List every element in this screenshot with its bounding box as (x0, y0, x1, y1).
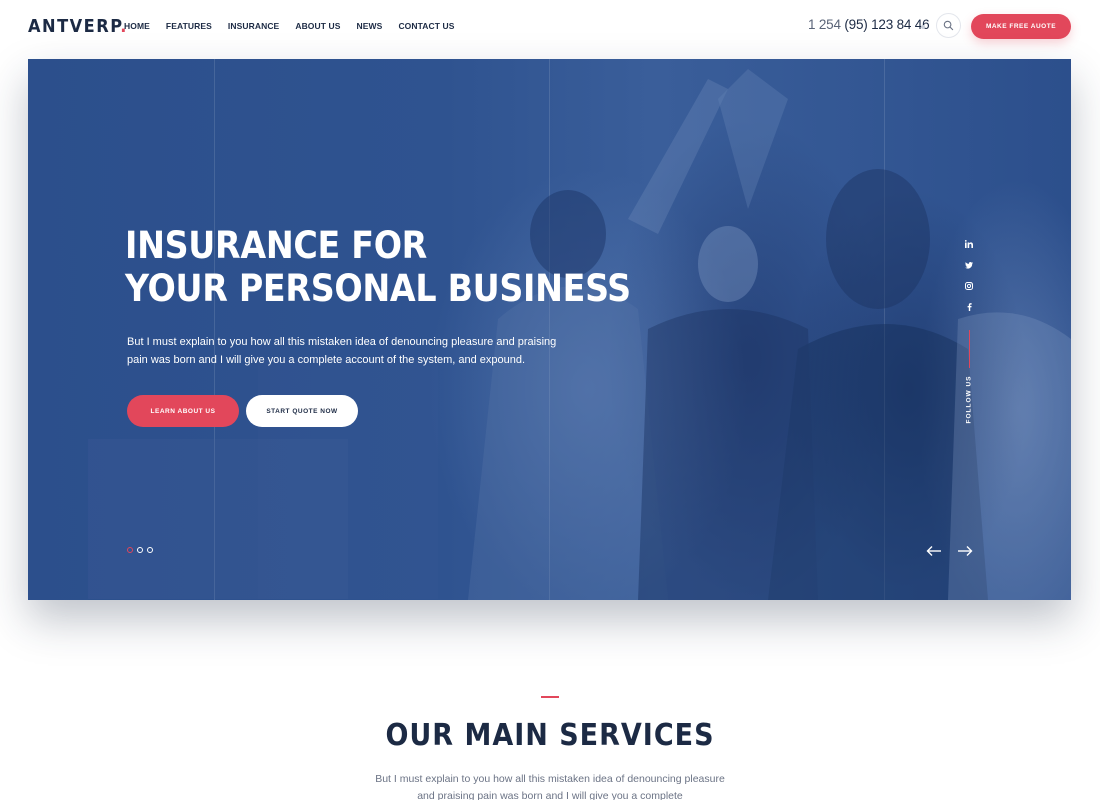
twitter-link[interactable] (963, 259, 975, 271)
search-button[interactable] (936, 13, 961, 38)
slider-dot[interactable] (147, 547, 153, 553)
instagram-icon (965, 282, 973, 290)
twitter-icon (965, 261, 973, 269)
make-free-quote-button[interactable]: MAKE FREE AUOTE (971, 14, 1071, 39)
nav-news[interactable]: NEWS (357, 21, 383, 31)
slider-pagination (127, 547, 153, 553)
header-separator-dot (921, 25, 925, 29)
search-icon (943, 20, 954, 31)
facebook-icon (967, 303, 972, 311)
slider-dot[interactable] (127, 547, 133, 553)
phone-main: (95) 123 84 46 (844, 17, 930, 32)
linkedin-link[interactable] (963, 238, 975, 250)
arrow-left-icon (926, 546, 941, 556)
site-header: ANTVERP. HOME FEATURES INSURANCE ABOUT U… (0, 0, 1100, 56)
logo-text: ANTVERP (28, 16, 121, 37)
hero-title-line-2: YOUR PERSONAL BUSINESS (125, 267, 631, 310)
linkedin-icon (965, 240, 973, 248)
social-divider (969, 330, 970, 368)
nav-contact-us[interactable]: CONTACT US (398, 21, 454, 31)
arrow-right-icon (958, 546, 973, 556)
phone-number[interactable]: 1 254 (95) 123 84 46 (808, 17, 930, 32)
section-accent-line (541, 696, 559, 698)
slider-dot[interactable] (137, 547, 143, 553)
learn-about-us-button[interactable]: LEARN ABOUT US (127, 395, 239, 427)
nav-home[interactable]: HOME (124, 21, 150, 31)
prev-slide-button[interactable] (925, 543, 943, 559)
hero-description: But I must explain to you how all this m… (127, 336, 557, 366)
follow-us-label: FOLLOW US (965, 375, 973, 424)
hero-background-photo (88, 69, 1071, 600)
logo[interactable]: ANTVERP. (28, 16, 128, 37)
hero-title-line-1: INSURANCE FOR (125, 224, 428, 267)
services-title: OUR MAIN SERVICES (385, 718, 715, 753)
nav-about-us[interactable]: ABOUT US (295, 21, 340, 31)
hero-slider: INSURANCE FOR YOUR PERSONAL BUSINESS But… (28, 59, 1071, 600)
nav-insurance[interactable]: INSURANCE (228, 21, 279, 31)
nav-features[interactable]: FEATURES (166, 21, 212, 31)
services-description: But I must explain to you how all this m… (375, 773, 725, 800)
start-quote-button[interactable]: START QUOTE NOW (246, 395, 358, 427)
facebook-link[interactable] (963, 301, 975, 313)
phone-prefix: 1 254 (808, 17, 841, 32)
main-nav: HOME FEATURES INSURANCE ABOUT US NEWS CO… (124, 21, 455, 31)
next-slide-button[interactable] (956, 543, 974, 559)
hero-title: INSURANCE FOR YOUR PERSONAL BUSINESS (125, 224, 685, 310)
instagram-link[interactable] (963, 280, 975, 292)
